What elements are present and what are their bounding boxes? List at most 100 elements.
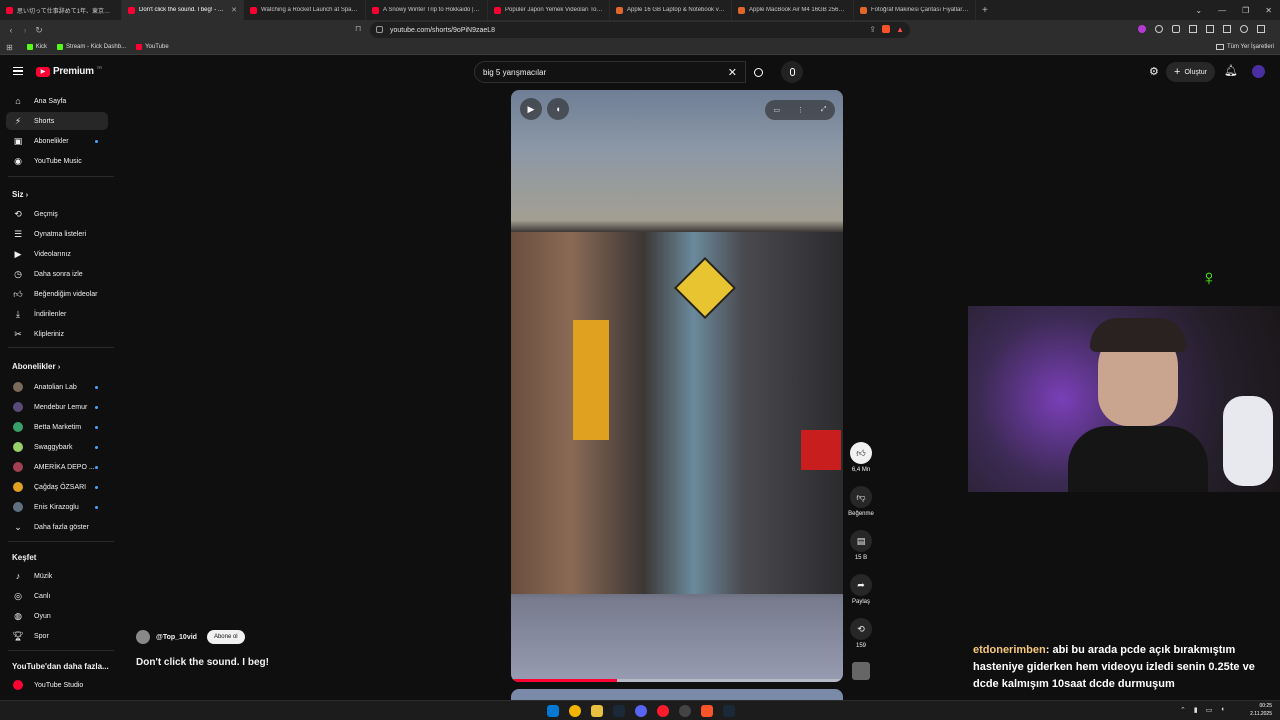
sidebar-item-explore[interactable]: ♪ Müzik	[6, 567, 108, 585]
new-tab-button[interactable]: +	[982, 5, 988, 16]
next-short-preview[interactable]	[511, 689, 843, 700]
steam-icon[interactable]	[723, 705, 735, 717]
browser-tab[interactable]: Fotoğraf Makinesi Çantası Fiyatları, E..…	[854, 0, 976, 20]
search-button[interactable]	[746, 61, 770, 83]
bookmark-stream-kick[interactable]: Stream - Kick Dashb...	[57, 44, 126, 50]
browser-tab[interactable]: Popüler Japon Yemek Videoları Top Y...	[488, 0, 610, 20]
play-button[interactable]: ▶	[520, 98, 542, 120]
sidebar-item-subscription[interactable]: Enis Kirazoglu	[6, 498, 108, 516]
share-page-icon[interactable]: ⇪	[869, 25, 876, 34]
sidebar-item-main[interactable]: ◉ YouTube Music	[6, 152, 108, 170]
sidebar-item-subscription[interactable]: Betta Marketim	[6, 418, 108, 436]
wallet-icon[interactable]	[1223, 25, 1231, 33]
network-icon[interactable]: ▭	[1206, 706, 1213, 714]
file-explorer-icon[interactable]	[591, 705, 603, 717]
close-window-button[interactable]: ✕	[1265, 6, 1272, 15]
brave-icon[interactable]	[701, 705, 713, 717]
chrome-icon[interactable]	[569, 705, 581, 717]
sidebar-item-you[interactable]: ✂ Klipleriniz	[6, 325, 108, 343]
notifications-bell-icon[interactable]: 🔔︎	[1224, 64, 1238, 77]
remix-icon[interactable]: ⟲	[850, 618, 872, 640]
mic-icon[interactable]: ▮	[1194, 706, 1198, 714]
back-button[interactable]: ‹	[4, 25, 18, 35]
subscribe-button[interactable]: Abone ol	[206, 630, 245, 644]
chevron-up-icon[interactable]: ⌃	[1180, 706, 1186, 714]
comment-action[interactable]: ▤ 15 B	[845, 530, 877, 561]
close-tab-icon[interactable]: ✕	[231, 6, 237, 14]
extension-icon[interactable]	[1155, 25, 1163, 33]
site-info-icon[interactable]	[376, 26, 383, 33]
share-icon[interactable]: ➦	[850, 574, 872, 596]
search-box[interactable]: big 5 yarışmacılar ✕	[474, 61, 746, 83]
channel-name[interactable]: @Top_10vid	[156, 634, 197, 641]
clock[interactable]: 00:25 2.11.2025	[1244, 702, 1272, 718]
browser-tab[interactable]: A Snowy Winter Trip to Hokkaido | Y...	[366, 0, 488, 20]
obs-icon[interactable]	[679, 705, 691, 717]
sidebar-item-main[interactable]: ⌂ Ana Sayfa	[6, 92, 108, 110]
sidebar-item-subscription[interactable]: Swaggybark	[6, 438, 108, 456]
sidebar-item-main[interactable]: ⚡ Shorts	[6, 112, 108, 130]
sound-thumbnail[interactable]	[845, 662, 877, 680]
search-input[interactable]: big 5 yarışmacılar	[483, 68, 546, 77]
hamburger-menu-icon[interactable]	[13, 67, 23, 75]
forward-button[interactable]: ›	[18, 25, 32, 35]
sidebar-item-you[interactable]: ⤓ İndirilenler	[6, 305, 108, 323]
vpn-icon[interactable]	[1240, 25, 1248, 33]
sidebar-item-explore[interactable]: 🏆︎ Spor	[6, 627, 108, 645]
sidebar-item-subscription[interactable]: Çağdaş ÖZSARI	[6, 478, 108, 496]
menu-icon[interactable]	[1257, 25, 1265, 33]
cast-icon[interactable]: ⚙	[1149, 65, 1159, 78]
sidebar-item-you[interactable]: ▶ Videolarınız	[6, 245, 108, 263]
sidebar-item-subscription[interactable]: Anatolian Lab	[6, 378, 108, 396]
all-bookmarks[interactable]: Tüm Yer İşaretleri	[1215, 44, 1274, 50]
browser-tab[interactable]: Watching a Rocket Launch at SpaceX...	[244, 0, 366, 20]
sidebar-section-you[interactable]: Siz ›	[12, 190, 28, 199]
extension-icon[interactable]	[1138, 25, 1146, 33]
bookmark-kick[interactable]: Kick	[26, 44, 47, 50]
thumbs-down-icon[interactable]: 👎︎	[850, 486, 872, 508]
progress-track[interactable]	[511, 679, 843, 682]
reload-button[interactable]: ↻	[32, 25, 46, 36]
maximize-button[interactable]: ❐	[1242, 6, 1249, 15]
extension-icon[interactable]	[1172, 25, 1180, 33]
tab-search-icon[interactable]: ⌄	[1195, 6, 1202, 15]
show-more-button[interactable]: ⌄ Daha fazla göster	[6, 518, 108, 536]
speaker-icon[interactable]: ◖	[1220, 706, 1224, 714]
windows-start-icon[interactable]	[547, 705, 559, 717]
remix-action[interactable]: ⟲ 159	[845, 618, 877, 649]
sidebar-item-you[interactable]: ⟲ Geçmiş	[6, 205, 108, 223]
captions-icon[interactable]: ▭	[773, 106, 780, 114]
discord-icon[interactable]	[635, 705, 647, 717]
browser-tab[interactable]: 思い切って仕事辞めて1年、東京で日本語...	[0, 0, 122, 20]
fullscreen-icon[interactable]: ⤢	[821, 106, 827, 114]
sidebar-item-explore[interactable]: ◎ Canlı	[6, 587, 108, 605]
bookmark-icon[interactable]: ⊓	[355, 24, 361, 33]
youtube-logo[interactable]: ▶ Premium TR	[36, 65, 102, 77]
apps-grid-icon[interactable]: ⊞	[6, 43, 13, 52]
more-options-icon[interactable]: ⋮	[797, 106, 804, 114]
create-button[interactable]: + Oluştur	[1166, 62, 1215, 82]
dislike-action[interactable]: 👎︎ Beğenme	[845, 486, 877, 517]
sidebar-icon[interactable]	[1206, 25, 1214, 33]
sidebar-item-subscription[interactable]: Mendebur Lemur	[6, 398, 108, 416]
sidebar-item-explore[interactable]: ◍ Oyun	[6, 607, 108, 625]
volume-button[interactable]: ◖	[547, 98, 569, 120]
steam-icon[interactable]	[613, 705, 625, 717]
browser-tab[interactable]: Apple 16 GB Laptop & Notebook ve...	[610, 0, 732, 20]
url-field[interactable]: youtube.com/shorts/9oPiN9zaeL8 ⇪ ▲	[370, 22, 910, 38]
channel-avatar[interactable]	[136, 630, 150, 644]
browser-tab[interactable]: Apple MacBook Air M4 16GB 256GB...	[732, 0, 854, 20]
sidebar-item-subscription[interactable]: AMERİKA DEPO ...	[6, 458, 108, 476]
clear-search-icon[interactable]: ✕	[728, 66, 737, 79]
sidebar-item-main[interactable]: ▣ Abonelikler	[6, 132, 108, 150]
sidebar-item-you[interactable]: 👍︎ Beğendiğim videolar	[6, 285, 108, 303]
voice-search-button[interactable]	[781, 61, 803, 83]
sidebar-item-you[interactable]: ☰ Oynatma listeleri	[6, 225, 108, 243]
thumbs-up-icon[interactable]: 👍︎	[850, 442, 872, 464]
account-avatar[interactable]	[1252, 65, 1265, 78]
browser-tab[interactable]: Don't click the sound. I beg! - YouTube✕	[122, 0, 244, 20]
short-video-player[interactable]: ▶ ◖ ▭ ⋮ ⤢	[511, 90, 843, 682]
music-icon[interactable]	[1189, 25, 1197, 33]
comment-icon[interactable]: ▤	[850, 530, 872, 552]
like-action[interactable]: 👍︎ 6,4 Mn	[845, 442, 877, 473]
